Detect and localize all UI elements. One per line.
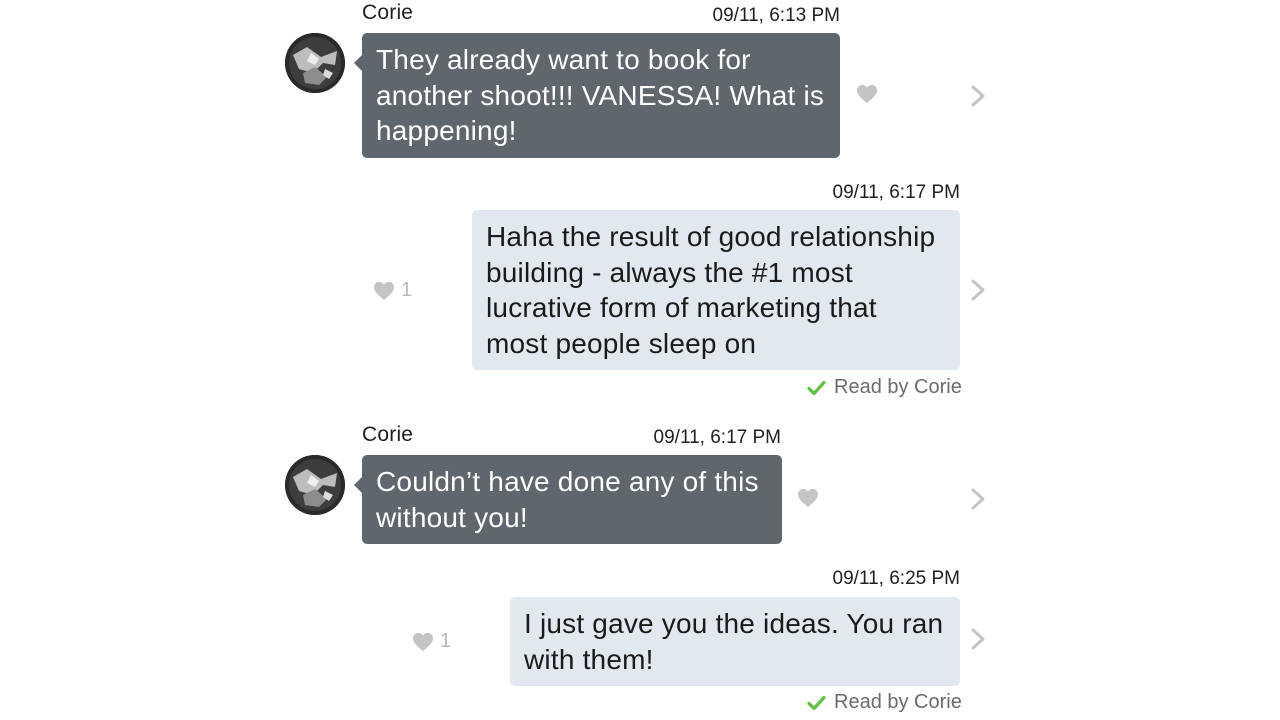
message-details-button[interactable] (969, 84, 987, 113)
heart-icon (413, 632, 433, 651)
message-thread: Corie 09/11, 6:13 PM They already want t… (0, 0, 1280, 720)
message-timestamp: 09/11, 6:17 PM (832, 182, 960, 203)
message-bubble[interactable]: Haha the result of good relationship bui… (472, 210, 960, 370)
message-details-button[interactable] (969, 278, 987, 307)
like-button[interactable] (856, 84, 878, 104)
like-button[interactable]: 1 (412, 630, 451, 653)
chevron-right-icon (971, 628, 985, 650)
like-button[interactable] (797, 488, 819, 508)
sender-name: Corie (362, 423, 414, 446)
checkmark-icon (807, 695, 826, 710)
message-timestamp: 09/11, 6:17 PM (653, 427, 781, 448)
read-receipt: Read by Corie (807, 376, 962, 399)
read-receipt: Read by Corie (807, 691, 962, 714)
chevron-right-icon (971, 85, 985, 107)
read-receipt-text: Read by Corie (834, 691, 962, 713)
like-button[interactable]: 1 (373, 279, 412, 302)
avatar[interactable] (285, 455, 345, 515)
heart-icon (374, 281, 394, 300)
message-bubble[interactable]: Couldn’t have done any of this without y… (354, 455, 782, 544)
message-timestamp: 09/11, 6:25 PM (832, 568, 960, 589)
message-bubble[interactable]: I just gave you the ideas. You ran with … (510, 597, 960, 686)
like-count: 1 (440, 630, 452, 652)
message-details-button[interactable] (969, 627, 987, 656)
message-timestamp: 09/11, 6:13 PM (712, 5, 840, 26)
checkmark-icon (807, 380, 826, 395)
like-count: 1 (401, 279, 413, 301)
message-bubble[interactable]: They already want to book for another sh… (354, 33, 840, 158)
message-details-button[interactable] (969, 487, 987, 516)
chevron-right-icon (971, 488, 985, 510)
avatar[interactable] (285, 33, 345, 93)
sender-name: Corie (362, 1, 414, 24)
chevron-right-icon (971, 279, 985, 301)
heart-icon (798, 488, 818, 508)
heart-icon (857, 84, 877, 104)
read-receipt-text: Read by Corie (834, 376, 962, 398)
